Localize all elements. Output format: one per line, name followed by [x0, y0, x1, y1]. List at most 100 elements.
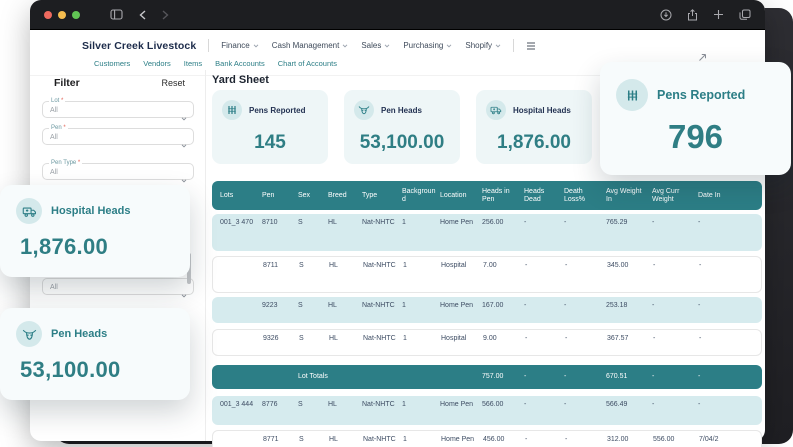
pen-select[interactable]: Pen * All: [42, 125, 194, 148]
menu-shopify[interactable]: Shopify: [465, 41, 501, 50]
overlay-label: Hospital Heads: [51, 205, 131, 217]
subnav-link-chart-of-accounts[interactable]: Chart of Accounts: [278, 59, 337, 68]
stat-value: 53,100.00: [359, 132, 445, 153]
download-icon[interactable]: [660, 9, 672, 21]
overlay-label: Pens Reported: [657, 88, 746, 102]
subnav-link-bank-accounts[interactable]: Bank Accounts: [215, 59, 265, 68]
column-header: Location: [440, 191, 467, 199]
table-cell: S: [298, 302, 303, 309]
close-window-button[interactable]: [44, 10, 52, 19]
sidebar-toggle-icon[interactable]: [110, 9, 123, 20]
table-cell: HL: [328, 302, 337, 309]
table-cell: 253.18: [606, 302, 628, 309]
table-cell: 1: [403, 262, 407, 269]
table-cell: Nat-NHTC: [362, 401, 395, 408]
table-cell: -: [564, 372, 567, 380]
share-icon[interactable]: [687, 8, 698, 21]
overlay-label: Pen Heads: [51, 328, 108, 340]
table-row[interactable]: 8711 S HL Nat-NHTC 1 Hospital 7.00 - - 345.00 - -: [212, 256, 762, 293]
new-tab-icon[interactable]: [713, 9, 724, 20]
column-header: Avg Weight In: [606, 187, 642, 203]
table-cell: Nat-NHTC: [363, 436, 396, 443]
column-header: Heads Dead: [524, 187, 545, 203]
table-cell: -: [565, 436, 568, 443]
table-cell: 8710: [262, 219, 278, 226]
menu-finance[interactable]: Finance: [221, 41, 259, 50]
forward-icon[interactable]: [162, 9, 169, 20]
select-value: All: [50, 134, 58, 141]
header-divider-2: [513, 39, 515, 52]
select-label: Pen *: [49, 125, 68, 131]
tabs-icon[interactable]: [739, 9, 751, 20]
ambulance-icon: [16, 198, 42, 224]
ambulance-icon: [486, 100, 506, 120]
table-cell: -: [564, 219, 567, 226]
table-row[interactable]: 001_3 444 8776 S HL Nat-NHTC 1 Home Pen 566.00 -…: [212, 396, 762, 425]
table-cell: -: [652, 302, 655, 309]
back-icon[interactable]: [139, 9, 146, 20]
table-cell: -: [524, 372, 527, 380]
table-cell: [221, 335, 263, 355]
menu-label: Purchasing: [403, 41, 444, 50]
table-cell: 1: [402, 219, 406, 226]
pen-type-select[interactable]: Pen Type * All: [42, 160, 194, 183]
subnav-link-items[interactable]: Items: [184, 59, 202, 68]
table-cell: HL: [328, 401, 337, 408]
page-title: Yard Sheet: [212, 74, 269, 86]
stat-value: 145: [254, 132, 286, 153]
table-cell: 345.00: [607, 262, 629, 269]
table-cell: [221, 436, 263, 447]
cow-icon: [354, 100, 374, 120]
column-header: Breed: [328, 191, 347, 199]
table-cell: -: [652, 219, 655, 226]
menu-sales[interactable]: Sales: [361, 41, 390, 50]
maximize-window-button[interactable]: [72, 10, 80, 19]
table-cell: -: [524, 401, 527, 408]
subnav-link-customers[interactable]: Customers: [94, 59, 130, 68]
hamburger-menu-icon[interactable]: [526, 41, 536, 50]
lot-totals-row[interactable]: Lot Totals 757.00 - - 670.51 - -: [212, 365, 762, 389]
table-row[interactable]: 9326 S HL Nat-NHTC 1 Hospital 9.00 - - 367.57 - -: [212, 329, 762, 356]
table-cell: 456.00: [483, 436, 505, 443]
table-cell: Lot Totals: [298, 372, 328, 380]
table-row[interactable]: 8771 S HL Nat-NHTC 1 Home Pen 456.00 - - 312.00 55…: [212, 430, 762, 447]
table-cell: Nat-NHTC: [363, 262, 396, 269]
table-cell: S: [299, 335, 304, 342]
subnav-link-vendors[interactable]: Vendors: [143, 59, 171, 68]
table-cell: 7.00: [483, 262, 497, 269]
column-header: Death Loss%: [564, 187, 586, 203]
lot-select[interactable]: Lot * All: [42, 98, 194, 121]
column-header: Sex: [298, 191, 311, 199]
table-cell: -: [525, 335, 528, 342]
table-header: Lots Pen Sex Breed Type Background Location Hea…: [212, 181, 762, 210]
fence-icon: [222, 100, 242, 120]
header-divider: [208, 39, 210, 52]
table-cell: -: [652, 372, 655, 380]
table-cell: 765.29: [606, 219, 628, 226]
reset-button[interactable]: Reset: [161, 78, 185, 88]
menu-purchasing[interactable]: Purchasing: [403, 41, 452, 50]
table-cell: Home Pen: [440, 219, 474, 226]
chevron-down-icon: [446, 41, 452, 50]
table-cell: 7/04/2: [699, 436, 719, 443]
table-cell: Nat-NHTC: [362, 219, 395, 226]
hidden-select[interactable]: All: [42, 278, 194, 298]
table-cell: -: [653, 335, 656, 342]
table-cell: -: [565, 335, 568, 342]
minimize-window-button[interactable]: [58, 10, 66, 19]
table-row[interactable]: 9223 S HL Nat-NHTC 1 Home Pen 167.00 - - 253.18 - -: [212, 297, 762, 323]
table-cell: -: [698, 302, 701, 309]
table-cell: 001_3 470: [220, 219, 254, 226]
table-cell: -: [525, 262, 528, 269]
column-header: Pen: [262, 191, 275, 199]
stat-card-pens-reported: Pens Reported 145: [212, 90, 328, 164]
chevron-down-icon: [495, 41, 501, 50]
table-row[interactable]: 001_3 470 8710 S HL Nat-NHTC 1 Home Pen 256.00 -…: [212, 214, 762, 251]
table-cell: 1: [402, 302, 406, 309]
table-cell: -: [699, 335, 702, 342]
table-cell: S: [299, 436, 304, 443]
table-cell: 556.00: [653, 436, 675, 443]
yard-table: Lots Pen Sex Breed Type Background Location Hea…: [212, 181, 762, 447]
table-cell: 566.00: [482, 401, 504, 408]
menu-cash-management[interactable]: Cash Management: [272, 41, 349, 50]
